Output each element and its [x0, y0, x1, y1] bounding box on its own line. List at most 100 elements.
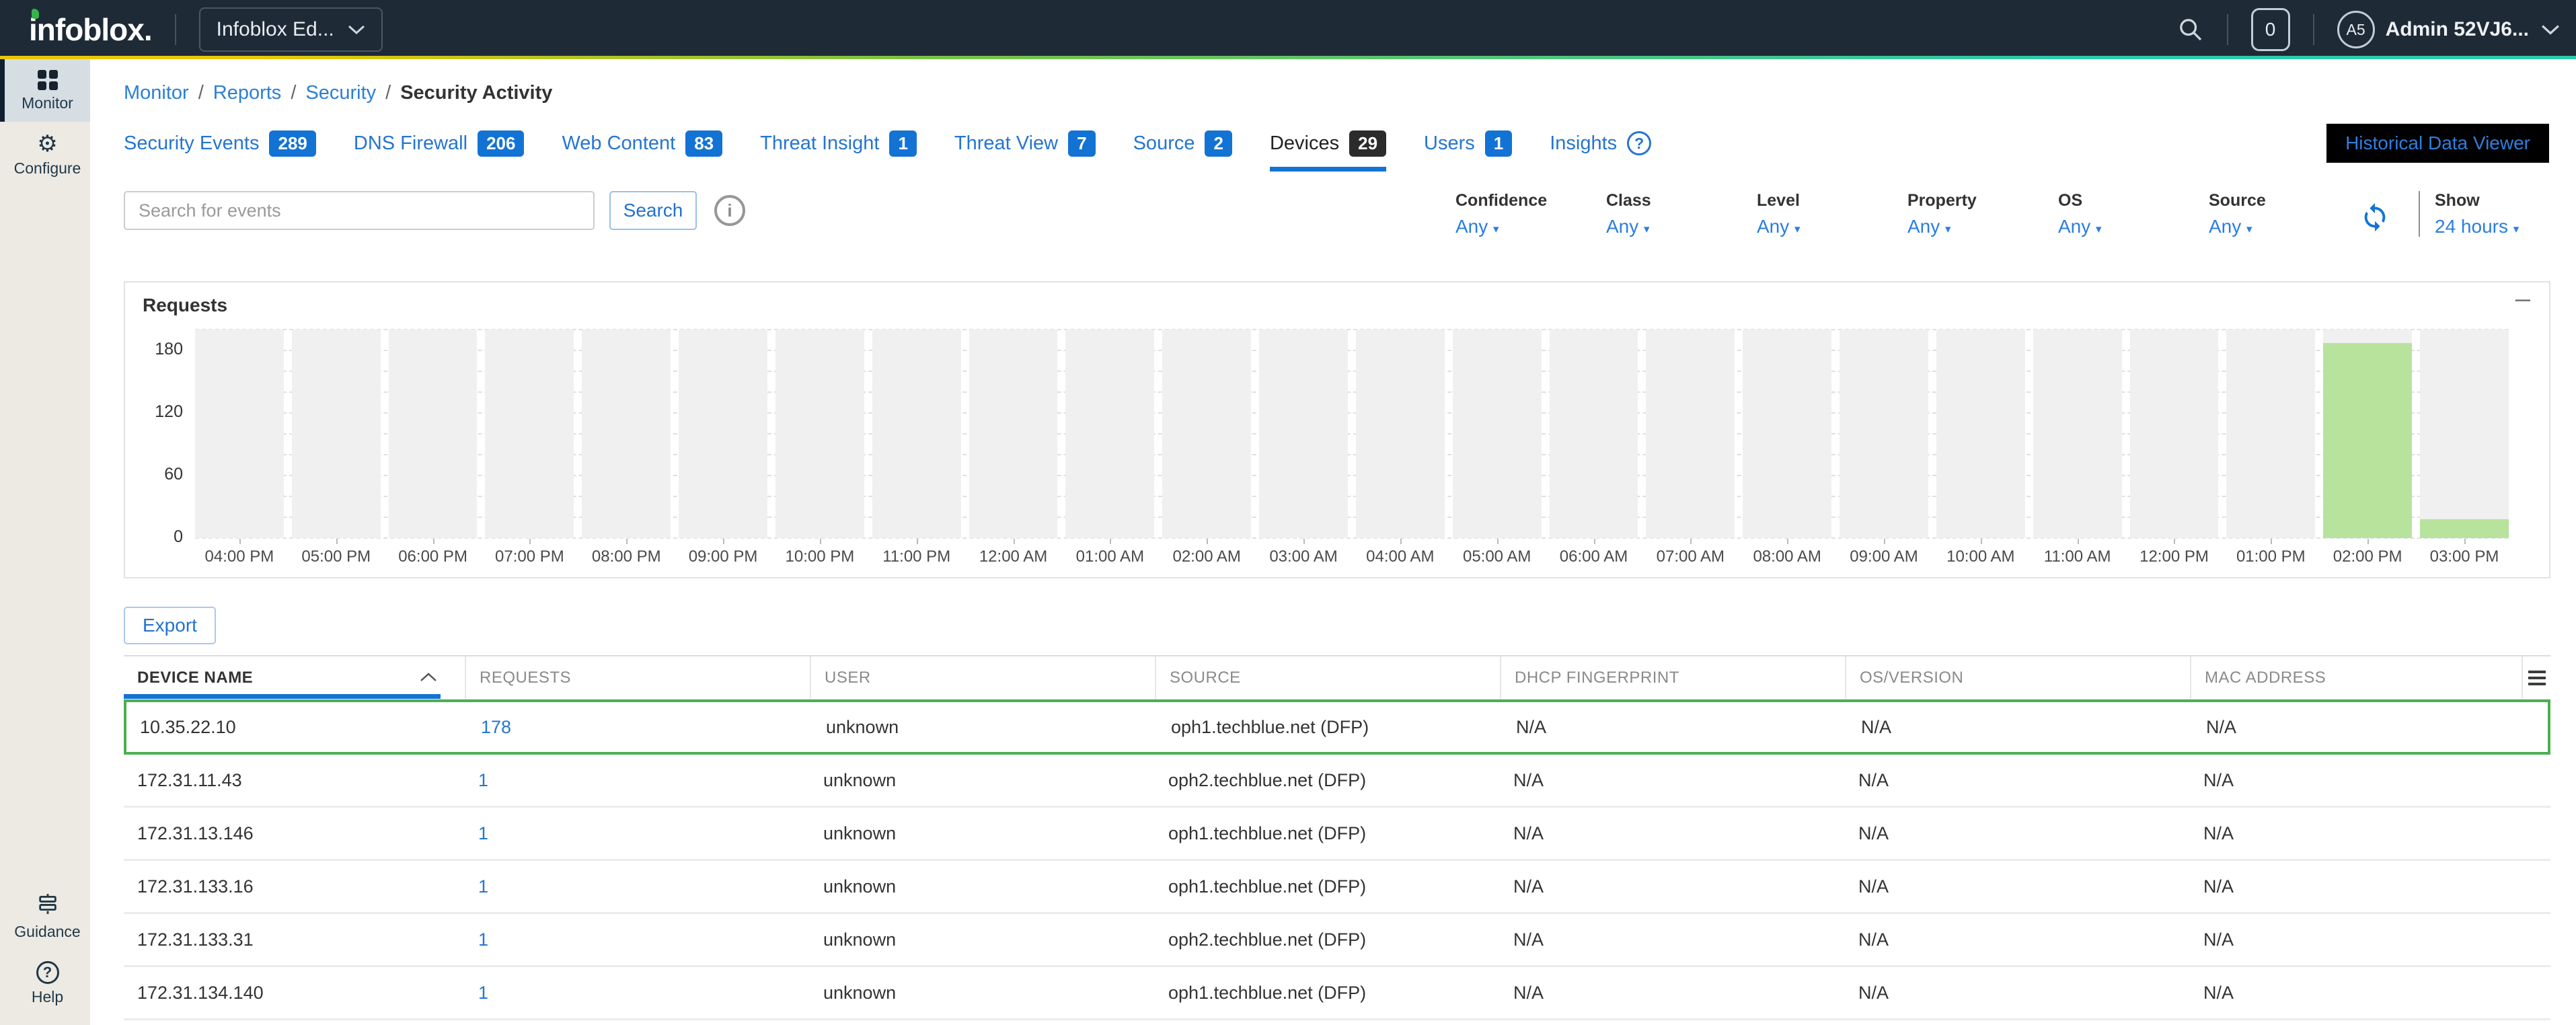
chart-hour-band[interactable] [679, 330, 767, 538]
sidebar-item-configure[interactable]: ⚙Configure [0, 122, 90, 187]
table-row[interactable]: 172.31.11.431unknownoph2.techblue.net (D… [124, 755, 2550, 808]
filter-label: OS [2058, 191, 2209, 211]
search-icon[interactable] [2177, 16, 2204, 43]
historical-data-viewer-button[interactable]: Historical Data Viewer [2326, 124, 2549, 163]
tab-web-content[interactable]: Web Content83 [562, 130, 722, 157]
breadcrumb-link[interactable]: Security [305, 82, 376, 104]
x-axis-tick-label: 02:00 AM [1162, 547, 1251, 566]
column-header-os-version[interactable]: OS/VERSION [1845, 656, 2190, 699]
caret-down-icon: ▾ [1945, 223, 1951, 236]
filter-value-dropdown[interactable]: Any ▾ [1606, 216, 1757, 237]
chart-hour-band[interactable] [2420, 330, 2509, 538]
logo-text: infoblox. [29, 12, 152, 47]
sidebar-item-help[interactable]: ?Help [0, 950, 90, 1016]
chart-hour-band[interactable] [1065, 330, 1154, 538]
breadcrumb-link[interactable]: Monitor [124, 82, 189, 104]
collapse-panel-icon[interactable]: – [2515, 284, 2530, 314]
cell-requests-link[interactable]: 1 [465, 823, 810, 844]
x-axis-tick-label: 10:00 AM [1936, 547, 2025, 566]
table-cell: N/A [1845, 770, 2190, 791]
filter-value-dropdown[interactable]: Any ▾ [2058, 216, 2209, 237]
chart-hour-band[interactable] [1646, 330, 1735, 538]
tab-label: Security Events [124, 132, 259, 155]
column-header-user[interactable]: USER [810, 656, 1155, 699]
column-header-device-name[interactable]: DEVICE NAME [124, 656, 465, 699]
sort-asc-icon[interactable] [419, 669, 438, 687]
filter-value-dropdown[interactable]: Any ▾ [1907, 216, 2058, 237]
info-icon[interactable]: i [714, 195, 745, 226]
column-header-source[interactable]: SOURCE [1155, 656, 1500, 699]
tab-label: Insights [1550, 132, 1617, 155]
chart-hour-band[interactable] [2033, 330, 2122, 538]
chart-hour-band[interactable] [2130, 330, 2219, 538]
chart-hour-band[interactable] [2226, 330, 2315, 538]
table-row[interactable]: 172.31.13.1461unknownoph1.techblue.net (… [124, 808, 2550, 861]
tab-threat-insight[interactable]: Threat Insight1 [760, 130, 917, 157]
help-icon[interactable]: ? [1627, 131, 1651, 155]
chart-hour-band[interactable] [1550, 330, 1638, 538]
chart-hour-band[interactable] [1356, 330, 1445, 538]
chart-hour-band[interactable] [485, 330, 574, 538]
notification-counter[interactable]: 0 [2251, 8, 2290, 51]
chart-hour-band[interactable] [1259, 330, 1348, 538]
chart-hour-band[interactable] [292, 330, 381, 538]
chart-hour-band[interactable] [1453, 330, 1542, 538]
tab-label: Threat Insight [760, 132, 879, 155]
cell-requests-link[interactable]: 1 [465, 929, 810, 950]
search-button[interactable]: Search [609, 191, 697, 230]
cell-requests-link[interactable]: 1 [465, 983, 810, 1003]
filter-value-dropdown[interactable]: Any ▾ [1757, 216, 1907, 237]
table-row[interactable]: 10.35.22.10178unknownoph1.techblue.net (… [124, 699, 2550, 755]
breadcrumb-link[interactable]: Reports [213, 82, 282, 104]
sidebar-item-monitor[interactable]: Monitor [0, 59, 90, 122]
chevron-down-icon[interactable] [2541, 24, 2560, 36]
filter-value-dropdown[interactable]: Any ▾ [1455, 216, 1606, 237]
filter-class: ClassAny ▾ [1606, 191, 1757, 237]
search-input[interactable] [124, 191, 595, 230]
refresh-icon[interactable] [2359, 191, 2419, 236]
chart-hour-band[interactable] [582, 330, 671, 538]
x-axis-tick-label: 08:00 AM [1743, 547, 1831, 566]
column-header-dhcp-fingerprint[interactable]: DHCP FINGERPRINT [1500, 656, 1845, 699]
column-header-label: USER [825, 669, 871, 687]
chart-hour-band[interactable] [1840, 330, 1928, 538]
tab-count-badge: 29 [1349, 130, 1386, 157]
tab-users[interactable]: Users1 [1424, 130, 1512, 157]
topbar-right: 0 A5 Admin 52VJ6... [2177, 8, 2560, 51]
chart-hour-band[interactable] [389, 330, 478, 538]
chart-bar[interactable] [2323, 343, 2412, 538]
tab-security-events[interactable]: Security Events289 [124, 130, 316, 157]
cell-requests-link[interactable]: 1 [465, 876, 810, 897]
chart-hour-band[interactable] [775, 330, 864, 538]
chart-hour-band[interactable] [1936, 330, 2025, 538]
chart-hour-band[interactable] [195, 330, 284, 538]
table-row[interactable]: 172.31.133.311unknownoph2.techblue.net (… [124, 914, 2550, 967]
column-header-mac-address[interactable]: MAC ADDRESS [2190, 656, 2522, 699]
table-cell: unknown [810, 983, 1155, 1003]
export-button[interactable]: Export [124, 607, 216, 644]
column-header-requests[interactable]: REQUESTS [465, 656, 810, 699]
chart-hour-band[interactable] [872, 330, 961, 538]
cell-requests-link[interactable]: 1 [465, 770, 810, 791]
table-row[interactable]: 172.31.133.161unknownoph1.techblue.net (… [124, 861, 2550, 914]
x-axis-tick-label: 11:00 PM [872, 547, 961, 566]
tab-dns-firewall[interactable]: DNS Firewall206 [354, 130, 525, 157]
tab-devices[interactable]: Devices29 [1270, 130, 1386, 157]
tab-source[interactable]: Source2 [1133, 130, 1232, 157]
tab-insights[interactable]: Insights? [1550, 131, 1651, 155]
sidebar-item-guidance[interactable]: Guidance [0, 882, 90, 950]
avatar[interactable]: A5 [2337, 11, 2375, 48]
cell-requests-link[interactable]: 178 [467, 717, 812, 738]
chart-hour-band[interactable] [969, 330, 1058, 538]
filter-value-dropdown[interactable]: Any ▾ [2209, 216, 2359, 237]
chart-hour-band[interactable] [1743, 330, 1831, 538]
column-settings-menu[interactable] [2522, 656, 2550, 699]
user-menu[interactable]: Admin 52VJ6... [2386, 18, 2529, 41]
chart-hour-band[interactable] [2323, 330, 2412, 538]
chart-bar[interactable] [2420, 519, 2509, 538]
chart-hour-band[interactable] [1162, 330, 1251, 538]
show-value-dropdown[interactable]: 24 hours ▾ [2435, 216, 2549, 237]
table-row[interactable]: 172.31.134.1401unknownoph1.techblue.net … [124, 967, 2550, 1020]
app-selector-dropdown[interactable]: Infoblox Ed... [199, 7, 383, 52]
tab-threat-view[interactable]: Threat View7 [954, 130, 1096, 157]
